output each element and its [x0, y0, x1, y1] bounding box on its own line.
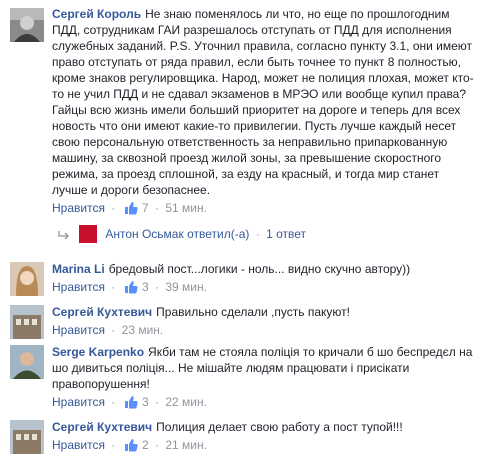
- comment-author[interactable]: Сергей Кухтевич: [52, 305, 152, 319]
- like-count[interactable]: 3: [122, 395, 152, 409]
- avatar[interactable]: [10, 345, 44, 379]
- avatar[interactable]: [10, 8, 44, 42]
- like-count[interactable]: 3: [122, 280, 152, 294]
- like-count[interactable]: 7: [122, 201, 152, 215]
- like-count[interactable]: 2: [122, 438, 152, 452]
- reply-author-avatar: [79, 225, 98, 243]
- comment-actions: Нравится · 2 · 21 мин.: [52, 438, 207, 452]
- like-button[interactable]: Нравится: [52, 201, 105, 215]
- comment-author[interactable]: Marina Li: [52, 262, 105, 276]
- avatar-image: [10, 345, 44, 379]
- reply-action[interactable]: ответил(-а): [187, 227, 249, 241]
- avatar[interactable]: [10, 420, 44, 454]
- thumbs-up-icon: [124, 281, 138, 294]
- reply-author[interactable]: Антон Осьмак: [105, 227, 183, 241]
- like-button[interactable]: Нравится: [52, 280, 105, 294]
- thumbs-up-icon: [124, 439, 138, 452]
- thumbs-up-icon: [124, 202, 138, 215]
- comment-text: Правильно сделали ,пусть пакуют!: [156, 305, 350, 319]
- like-button[interactable]: Нравится: [52, 323, 105, 337]
- comment-timestamp[interactable]: 23 мин.: [122, 323, 164, 337]
- comment-author[interactable]: Сергей Король: [52, 7, 141, 21]
- avatar-image: [10, 8, 44, 42]
- reply-count[interactable]: 1 ответ: [266, 227, 306, 241]
- avatar-image: [10, 305, 44, 339]
- comment-actions: Нравится · 3 · 39 мин.: [52, 280, 207, 294]
- avatar[interactable]: [10, 262, 44, 296]
- avatar-image: [10, 420, 44, 454]
- comment-actions: Нравится · 7 · 51 мин.: [52, 201, 207, 215]
- comment-actions: Нравится · 23 мин.: [52, 323, 164, 337]
- comment-text: бредовый пост...логики - ноль... видно с…: [108, 262, 411, 276]
- comment-timestamp[interactable]: 39 мин.: [165, 280, 207, 294]
- thumbs-up-icon: [124, 396, 138, 409]
- replies-link[interactable]: Антон Осьмак ответил(-а) · 1 ответ: [52, 225, 306, 243]
- comment-actions: Нравится · 3 · 22 мин.: [52, 395, 207, 409]
- like-button[interactable]: Нравится: [52, 438, 105, 452]
- comment-author[interactable]: Сергей Кухтевич: [52, 420, 152, 434]
- avatar[interactable]: [10, 305, 44, 339]
- like-button[interactable]: Нравится: [52, 395, 105, 409]
- comment-author[interactable]: Serge Karpenko: [52, 345, 144, 359]
- reply-arrow-icon: [58, 231, 69, 240]
- comment-text: Полиция делает свою работу а пост тупой!…: [156, 420, 403, 434]
- comment-timestamp[interactable]: 21 мин.: [165, 438, 207, 452]
- comment-timestamp[interactable]: 51 мин.: [165, 201, 207, 215]
- comment-text: Не знаю поменялось ли что, но еще по про…: [52, 7, 474, 197]
- comment-timestamp[interactable]: 22 мин.: [165, 395, 207, 409]
- avatar-image: [10, 262, 44, 296]
